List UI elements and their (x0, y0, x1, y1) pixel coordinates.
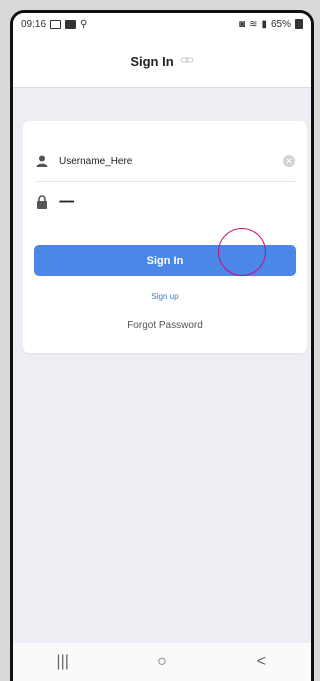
system-nav-bar: ||| ○ < (13, 643, 311, 681)
clear-icon[interactable]: ✕ (283, 155, 295, 167)
folder-notification-icon (65, 19, 77, 29)
home-icon[interactable]: ○ (142, 653, 182, 671)
app-header: Sign In (13, 35, 311, 88)
link-icon (180, 52, 194, 70)
forgot-password-link[interactable]: Forgot Password (23, 320, 307, 331)
username-field[interactable]: Username_Here ✕ (35, 141, 295, 182)
battery-percent: 65% (270, 18, 291, 30)
signin-card: Username_Here ✕ •••••••••• Sign In Sign … (23, 121, 307, 353)
back-icon[interactable]: < (241, 653, 281, 671)
signup-link[interactable]: Sign up (23, 292, 307, 301)
signal-icon: ▮ (261, 18, 267, 30)
wrench-notification-icon: ⚲ (80, 18, 88, 30)
battery-icon (295, 19, 303, 29)
alarm-icon: ◙ (239, 18, 246, 30)
touch-indicator (218, 228, 266, 276)
password-field[interactable]: •••••••••• (35, 182, 295, 222)
screen: 09:16 ⚲ ◙ ≋ ▮ 65% Sign In Username_Here … (13, 13, 311, 681)
recents-icon[interactable]: ||| (43, 653, 83, 671)
wifi-icon: ≋ (249, 18, 258, 30)
device-frame: 09:16 ⚲ ◙ ≋ ▮ 65% Sign In Username_Here … (10, 10, 314, 681)
status-time: 09:16 (21, 18, 47, 30)
status-right: ◙ ≋ ▮ 65% (239, 19, 303, 30)
status-left: 09:16 ⚲ (21, 19, 87, 30)
status-bar: 09:16 ⚲ ◙ ≋ ▮ 65% (13, 13, 311, 35)
username-input[interactable]: Username_Here (59, 156, 283, 167)
lock-icon (35, 195, 49, 209)
page-title: Sign In (130, 53, 174, 69)
user-icon (35, 154, 49, 168)
gallery-notification-icon (50, 19, 62, 29)
password-input[interactable]: •••••••••• (59, 199, 295, 206)
